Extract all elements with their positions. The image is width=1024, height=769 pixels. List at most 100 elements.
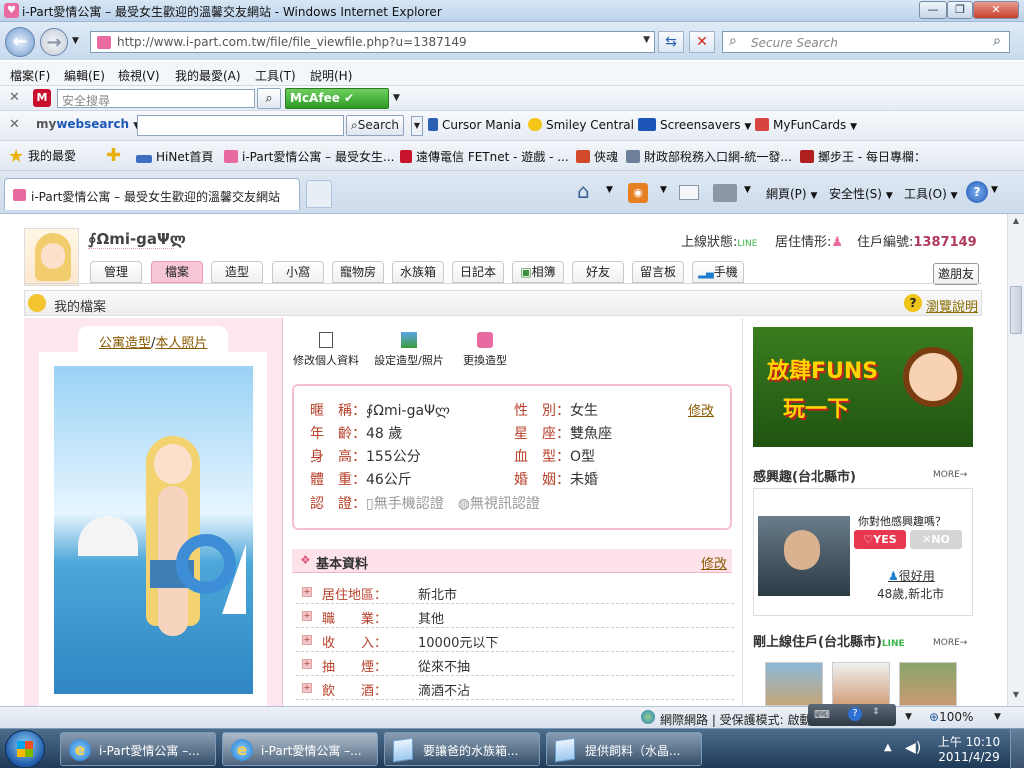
feeds-dropdown-icon[interactable]: ▼ [660,185,667,195]
fav-hinet[interactable]: HiNet首頁 [136,148,213,165]
address-dropdown-icon[interactable]: ▼ [643,35,650,45]
new-tab-button[interactable] [306,180,332,208]
search-input[interactable]: Secure Search [751,36,838,50]
clock[interactable]: 上午 10:10 2011/4/29 [936,733,1002,764]
online-user-thumb[interactable] [832,662,890,706]
home-icon[interactable]: ⌂ [577,179,590,203]
taskbar-app-ie-2[interactable]: e i-Part愛情公寓 –... [222,732,378,766]
scroll-down-icon[interactable]: ▼ [1010,690,1022,704]
online-user-thumb[interactable] [899,662,957,706]
taskbar-app-ie-1[interactable]: e i-Part愛情公寓 –... [60,732,216,766]
tab-manage[interactable]: 管理 [90,261,142,283]
favorites-center-button[interactable]: ★ 我的最愛 [8,146,76,167]
tab-album[interactable]: ▣相簿 [512,261,564,283]
invite-friends-button[interactable]: 邀朋友 [933,263,979,285]
search-box[interactable]: ⌕ Secure Search ⌕ [722,31,1010,53]
print-icon[interactable] [713,184,737,202]
tab-style[interactable]: 造型 [211,261,263,283]
mail-icon[interactable] [679,185,699,200]
tools-menu[interactable]: 工具(O) ▼ [904,185,958,202]
close-toolbar-icon[interactable]: ✕ [9,117,20,132]
browser-tab[interactable]: i-Part愛情公寓 – 最受女生歡迎的溫馨交友網站 [4,178,300,210]
safe-search-button[interactable]: ⌕ [257,88,281,109]
fav-fetnet[interactable]: 遠傳電信 FETnet - 遊戲 - ... [400,148,569,165]
minimize-button[interactable]: — [919,1,947,19]
online-user-thumb[interactable] [765,662,823,706]
set-photo-action[interactable]: 設定造型/照片 [368,332,450,368]
mywebsearch-logo[interactable]: mywebsearch ▼ [36,117,140,131]
no-button[interactable]: ✕NO [910,530,962,549]
help-icon[interactable]: ? [966,181,988,203]
user-photo[interactable] [758,516,850,596]
show-hidden-icons[interactable]: ▲ [884,742,892,753]
menu-edit[interactable]: 編輯(E) [64,67,105,84]
link-cursor-mania[interactable]: Cursor Mania [428,118,521,132]
tab-diary[interactable]: 日記本 [452,261,504,283]
fav-mof[interactable]: 財政部稅務入口網-統一發... [626,148,792,165]
link-myfuncards[interactable]: MyFunCards ▼ [755,118,857,132]
change-style-action[interactable]: 更換造型 [455,332,515,368]
fav-xiahun[interactable]: 俠魂 [576,148,618,165]
yes-button[interactable]: ♡YES [854,530,906,549]
mywebsearch-input[interactable] [137,115,344,136]
menu-tools[interactable]: 工具(T) [255,67,296,84]
browse-help-link[interactable]: 瀏覽說明 [926,296,978,315]
real-photo-link[interactable]: 本人照片 [155,336,207,351]
tab-nest[interactable]: 小窩 [272,261,324,283]
taskbar-app-doc-1[interactable]: 要讓爸的水族箱... [384,732,540,766]
volume-icon[interactable]: ◀) [905,740,921,756]
zoom-control[interactable]: ⊕100% [929,710,973,724]
close-toolbar-icon[interactable]: ✕ [9,90,20,105]
link-screensavers[interactable]: Screensavers ▼ [638,118,751,132]
menu-view[interactable]: 檢視(V) [118,67,160,84]
menu-help[interactable]: 說明(H) [310,67,352,84]
funs-banner[interactable]: 放肆FUNS 玩一下 [753,327,973,447]
link-smiley-central[interactable]: Smiley Central [528,118,634,132]
interest-user-name[interactable]: ♟很好用 [888,567,935,584]
history-dropdown-icon[interactable]: ▼ [72,36,79,46]
apartment-style-link[interactable]: 公寓造型 [99,336,151,351]
back-button[interactable]: ← [5,27,35,57]
fav-daily[interactable]: 擲步王 - 每日專欄： [800,148,926,165]
search-icon[interactable]: ⌕ [993,33,1001,49]
address-bar[interactable]: http://www.i-part.com.tw/file/file_viewf… [90,31,655,53]
language-bar[interactable]: ⌨ ? ⇕ [808,704,896,726]
security-zone[interactable]: 網際網路 | 受保護模式: 啟動 [660,711,810,728]
info-edit-link[interactable]: 修改 [688,400,714,419]
edit-profile-action[interactable]: 修改個人資料 [290,332,362,368]
tab-pet-room[interactable]: 寵物房 [332,261,384,283]
help-dropdown-icon[interactable]: ▼ [991,185,998,195]
mcafee-dropdown-icon[interactable]: ▼ [393,93,400,103]
maximize-button[interactable]: ❐ [947,1,973,19]
tab-profile[interactable]: 檔案 [151,261,203,283]
tab-mobile[interactable]: ▂▄手機 [692,261,744,283]
tab-guestbook[interactable]: 留言板 [632,261,684,283]
interest-more-link[interactable]: MORE→ [933,470,967,480]
safe-search-input[interactable]: 安全搜尋 [57,89,255,108]
mcafee-button[interactable]: McAfee ✔ [285,88,389,109]
refresh-button[interactable]: ⇆ [658,31,684,53]
zoom-dropdown-icon[interactable]: ▼ [994,712,1001,722]
print-dropdown-icon[interactable]: ▼ [744,185,751,195]
scroll-up-icon[interactable]: ▲ [1010,216,1022,230]
start-button[interactable] [5,730,45,768]
menu-file[interactable]: 檔案(F) [10,67,50,84]
scrollbar-thumb[interactable] [1010,286,1022,334]
safety-menu[interactable]: 安全性(S) ▼ [829,185,893,202]
mywebsearch-search-button[interactable]: ⌕Search [346,115,404,136]
tab-aquarium[interactable]: 水族箱 [392,261,444,283]
fav-ipart[interactable]: i-Part愛情公寓 – 最受女生... [224,148,394,165]
close-button[interactable]: ✕ [973,1,1019,19]
add-favorite-icon[interactable]: ✚ [106,145,121,166]
online-more-link[interactable]: MORE→ [933,638,967,648]
stop-button[interactable]: ✕ [689,31,715,53]
menu-favorites[interactable]: 我的最愛(A) [175,67,241,84]
taskbar-app-doc-2[interactable]: 提供飼料（水晶... [546,732,702,766]
feeds-icon[interactable]: ◉ [628,183,648,203]
tab-friends[interactable]: 好友 [572,261,624,283]
basic-info-edit-link[interactable]: 修改 [701,553,727,572]
zone-dropdown-icon[interactable]: ▼ [905,712,912,722]
search-dropdown-icon[interactable]: ▼ [411,116,423,136]
avatar[interactable] [24,228,79,286]
show-desktop-button[interactable] [1010,729,1024,769]
